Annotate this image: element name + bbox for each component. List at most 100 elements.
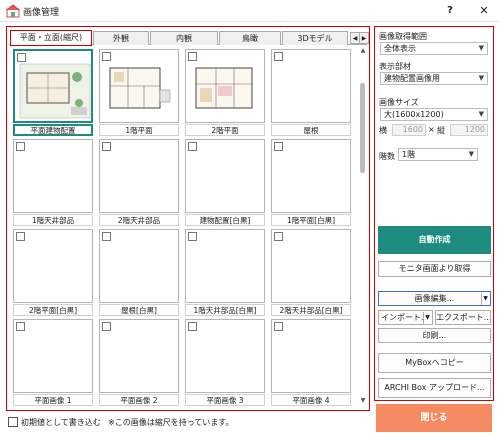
- thumbnail-image[interactable]: [13, 229, 93, 303]
- thumbnail-image[interactable]: [99, 319, 179, 393]
- thumbnail-grid: 平面建物配置 1階平面 2階平面 屋根 1階天井部品 2階天井部品 建物配置[白…: [11, 47, 356, 407]
- thumbnail-caption: 平面建物配置: [13, 124, 93, 136]
- size-label: 画像サイズ: [379, 98, 419, 107]
- size-select[interactable]: 大(1600x1200) ▼: [380, 108, 488, 121]
- close-button[interactable]: 閉じる: [376, 404, 492, 432]
- thumbnail-caption: 2階平面[白黒]: [13, 304, 93, 316]
- chevron-down-icon[interactable]: ▼: [481, 293, 489, 305]
- parts-label: 表示部材: [379, 62, 411, 71]
- range-label: 画像取得範囲: [379, 32, 427, 41]
- thumbnail-item[interactable]: 1階平面: [99, 49, 179, 137]
- thumbnail-image[interactable]: [271, 319, 351, 393]
- thumbnail-checkbox[interactable]: [16, 142, 25, 151]
- archibox-upload-button[interactable]: ARCHI Box アップロード...: [378, 378, 491, 398]
- height-field[interactable]: 1200: [450, 124, 488, 136]
- thumbnail-item[interactable]: 2階天井部品: [99, 139, 179, 227]
- thumbnail-image[interactable]: [271, 49, 351, 123]
- thumbnail-image[interactable]: [185, 319, 265, 393]
- tab-next-arrow-icon[interactable]: ▶: [359, 32, 369, 44]
- thumbnail-item[interactable]: 建物配置[白黒]: [185, 139, 265, 227]
- settings-panel: 画像取得範囲 全体表示 ▼ 表示部材 建物配置画像用 ▼ 画像サイズ 大(160…: [374, 26, 494, 401]
- scrollbar-thumb[interactable]: [360, 83, 365, 173]
- width-field[interactable]: 1600: [392, 124, 426, 136]
- thumbnail-item[interactable]: 平面画像 3: [185, 319, 265, 407]
- copy-to-mybox-button[interactable]: MyBoxへコピー: [378, 353, 491, 373]
- thumbnail-item[interactable]: 1階平面[白黒]: [271, 139, 351, 227]
- thumbnail-image[interactable]: [13, 319, 93, 393]
- vertical-scrollbar[interactable]: ▲ ▼: [358, 47, 368, 407]
- thumbnail-caption: 平面画像 4: [271, 394, 351, 406]
- parts-select[interactable]: 建物配置画像用 ▼: [380, 72, 488, 85]
- close-window-button[interactable]: ✕: [472, 1, 496, 21]
- tab-plan-elevation[interactable]: 平面・立面(縮尺): [10, 30, 92, 46]
- thumbnail-checkbox[interactable]: [16, 232, 25, 241]
- thumbnail-image[interactable]: [99, 229, 179, 303]
- thumbnail-caption: 平面画像 1: [13, 394, 93, 406]
- thumbnail-item[interactable]: 2階平面: [185, 49, 265, 137]
- thumbnail-checkbox[interactable]: [188, 322, 197, 331]
- thumbnail-item[interactable]: 平面建物配置: [13, 49, 93, 137]
- thumbnail-image[interactable]: [185, 139, 265, 213]
- thumbnail-item[interactable]: 屋根[白黒]: [99, 229, 179, 317]
- thumbnail-item[interactable]: 平面画像 1: [13, 319, 93, 407]
- edit-image-button[interactable]: 画像編集... ▼: [378, 291, 491, 306]
- tab-3d-model[interactable]: 3Dモデル: [282, 31, 348, 45]
- thumbnail-checkbox[interactable]: [16, 322, 25, 331]
- thumbnail-checkbox[interactable]: [274, 232, 283, 241]
- thumbnail-checkbox[interactable]: [274, 142, 283, 151]
- scroll-up-arrow-icon[interactable]: ▲: [359, 47, 367, 55]
- site-plan-image: [19, 63, 91, 119]
- thumbnail-caption: 屋根[白黒]: [99, 304, 179, 316]
- tab-birds-eye[interactable]: 鳥瞰: [219, 31, 281, 45]
- print-button[interactable]: 印刷...: [378, 328, 491, 343]
- image-gallery-panel: 平面・立面(縮尺) 外観 内観 鳥瞰 3Dモデル ◀ ▶ 平面建物配置 1階平面…: [6, 26, 370, 411]
- thumbnail-checkbox[interactable]: [102, 322, 111, 331]
- thumbnail-image[interactable]: [13, 49, 93, 123]
- thumbnail-image[interactable]: [271, 229, 351, 303]
- thumbnail-checkbox[interactable]: [274, 322, 283, 331]
- thumbnail-checkbox[interactable]: [102, 232, 111, 241]
- thumbnail-checkbox[interactable]: [188, 52, 197, 61]
- tab-interior[interactable]: 内観: [150, 31, 218, 45]
- scroll-down-arrow-icon[interactable]: ▼: [359, 397, 367, 405]
- write-default-checkbox[interactable]: [8, 417, 18, 427]
- thumbnail-image[interactable]: [185, 49, 265, 123]
- floor-select[interactable]: 1階 ▼: [398, 148, 478, 161]
- capture-monitor-button[interactable]: モニタ画面より取得: [378, 261, 491, 277]
- floor-select-value: 1階: [402, 150, 416, 159]
- thumbnail-image[interactable]: [271, 139, 351, 213]
- thumbnail-item[interactable]: 平面画像 4: [271, 319, 351, 407]
- thumbnail-checkbox[interactable]: [102, 142, 111, 151]
- thumbnail-image[interactable]: [99, 139, 179, 213]
- import-label: インポート...: [381, 313, 429, 322]
- thumbnail-item[interactable]: 屋根: [271, 49, 351, 137]
- thumbnail-caption: 1階天井部品: [13, 214, 93, 226]
- chevron-down-icon[interactable]: ▼: [423, 312, 431, 324]
- thumbnail-image[interactable]: [99, 49, 179, 123]
- floor-plan-1-image: [109, 67, 171, 109]
- tab-exterior[interactable]: 外観: [93, 31, 149, 45]
- thumbnail-image[interactable]: [13, 139, 93, 213]
- auto-create-button[interactable]: 自動作成: [378, 226, 491, 254]
- thumbnail-checkbox[interactable]: [188, 232, 197, 241]
- thumbnail-checkbox[interactable]: [274, 52, 283, 61]
- size-select-value: 大(1600x1200): [384, 110, 444, 119]
- thumbnail-item[interactable]: 2階天井部品[白黒]: [271, 229, 351, 317]
- range-select-value: 全体表示: [384, 44, 416, 53]
- thumbnail-item[interactable]: 1階天井部品: [13, 139, 93, 227]
- help-button[interactable]: ?: [438, 1, 462, 21]
- floor-label: 階数: [379, 152, 395, 161]
- range-select[interactable]: 全体表示 ▼: [380, 42, 488, 55]
- thumbnail-checkbox[interactable]: [102, 52, 111, 61]
- thumbnail-caption: 2階平面: [185, 124, 265, 136]
- thumbnail-item[interactable]: 2階平面[白黒]: [13, 229, 93, 317]
- thumbnail-image[interactable]: [185, 229, 265, 303]
- window-title: 画像管理: [23, 8, 60, 18]
- import-button[interactable]: インポート... ▼: [378, 310, 433, 325]
- thumbnail-checkbox[interactable]: [17, 53, 26, 62]
- thumbnail-item[interactable]: 平面画像 2: [99, 319, 179, 407]
- thumbnail-item[interactable]: 1階天井部品[白黒]: [185, 229, 265, 317]
- width-label: 横: [379, 126, 387, 135]
- export-button[interactable]: エクスポート...: [435, 310, 491, 325]
- thumbnail-checkbox[interactable]: [188, 142, 197, 151]
